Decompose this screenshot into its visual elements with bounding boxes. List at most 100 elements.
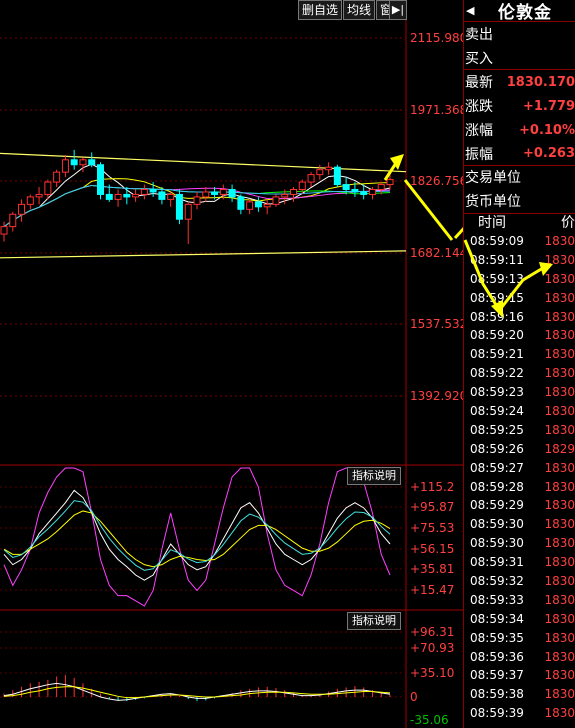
tick-price: 1830 [544, 498, 575, 513]
tick-row: 08:59:38 1830 [464, 685, 575, 704]
axis-tick-label: +56.15 [410, 542, 455, 556]
chart-area[interactable]: 删自选 均线 窗 ▶| 2115.980 1971.368 1826.756 1682… [0, 0, 467, 728]
tick-price: 1830 [544, 517, 575, 532]
indicator1-help-button[interactable]: 指标说明 [347, 467, 401, 485]
tick-time: 08:59:25 [470, 422, 524, 437]
amp-row: 振幅 +0.263 [464, 142, 575, 166]
chart-toolbar: 删自选 均线 窗 [297, 0, 397, 20]
candle-up [61, 159, 69, 173]
tick-price: 1830 [544, 422, 575, 437]
change-value: +1.779 [522, 98, 575, 114]
tick-price: 1830 [544, 706, 575, 721]
tick-list[interactable]: 08:59:09 1830 08:59:11 1830 08:59:13 1830 08:5… [464, 232, 575, 723]
tick-row: 08:59:13 1830 [464, 270, 575, 289]
candle-up [263, 203, 271, 208]
tick-price: 1830 [544, 328, 575, 343]
axis-tick-label: 1826.756 [410, 174, 468, 188]
tick-time: 08:59:39 [470, 706, 524, 721]
candle-up [140, 188, 148, 195]
axis-tick-label: +35.81 [410, 562, 455, 576]
candle-up [316, 169, 324, 176]
candle-up [246, 201, 254, 210]
tick-time: 08:59:15 [470, 290, 524, 305]
delete-watchlist-button[interactable]: 删自选 [298, 0, 343, 20]
expand-arrow-icon[interactable]: ◀ [466, 2, 480, 20]
tick-time: 08:59:30 [470, 517, 524, 532]
candle-down [360, 191, 368, 195]
annotation-arrow [453, 226, 463, 240]
indicator2-help-button[interactable]: 指标说明 [347, 612, 401, 630]
tick-time: 08:59:29 [470, 498, 524, 513]
axis-tick-label: -35.06 [410, 713, 449, 727]
tick-time: 08:59:35 [470, 630, 524, 645]
axis-tick-label: 2115.980 [410, 31, 468, 45]
tick-row: 08:59:35 1830 [464, 629, 575, 648]
candle-up [132, 193, 140, 198]
tick-price: 1830 [544, 234, 575, 248]
tick-row: 08:59:30 1830 [464, 515, 575, 534]
candle-down [149, 188, 157, 193]
annotation-arrow [403, 179, 454, 241]
tick-price: 1830 [544, 460, 575, 475]
tick-price: 1830 [544, 668, 575, 683]
tick-price: 1830 [544, 347, 575, 362]
candle-up [26, 196, 34, 205]
kdj-line-j [3, 467, 391, 607]
tick-time: 08:59:09 [470, 234, 524, 248]
candle-up [9, 213, 17, 228]
tick-time: 08:59:13 [470, 271, 524, 286]
tick-price: 1829 [544, 441, 575, 456]
sell-label: 卖出 [465, 27, 493, 43]
axis-tick-label: 1537.532 [410, 317, 468, 331]
collapse-panel-icon[interactable]: ▶| [389, 0, 407, 20]
tick-price: 1830 [544, 366, 575, 381]
tick-row: 08:59:25 1830 [464, 421, 575, 440]
candle-down [333, 166, 341, 186]
tick-price-header: 价 [561, 215, 575, 231]
buy-label: 买入 [465, 50, 493, 67]
candle-down [351, 188, 359, 193]
change-row: 涨跌 +1.779 [464, 94, 575, 118]
tick-time: 08:59:30 [470, 536, 524, 551]
moving-average-button[interactable]: 均线 [343, 0, 376, 20]
candle-up [386, 179, 394, 186]
buy-row: 买入 [464, 46, 575, 70]
tick-row: 08:59:30 1830 [464, 534, 575, 553]
axis-tick-label: +35.10 [410, 666, 455, 680]
candle-down [70, 159, 78, 166]
support-trendline [0, 250, 407, 259]
tick-row: 08:59:24 1830 [464, 402, 575, 421]
axis-tick-label: +95.87 [410, 500, 455, 514]
tick-price: 1830 [544, 611, 575, 626]
candle-up [18, 203, 26, 215]
resistance-trendline [0, 152, 407, 173]
tick-price: 1830 [544, 271, 575, 286]
latest-row: 最新 1830.170 [464, 70, 575, 94]
candle-up [202, 191, 210, 198]
axis-tick-label: 1682.144 [410, 246, 468, 260]
tick-price: 1830 [544, 385, 575, 400]
candle-up [44, 181, 52, 195]
tick-time: 08:59:27 [470, 460, 524, 475]
axis-tick-label: 1392.920 [410, 389, 468, 403]
candle-up [377, 184, 385, 190]
candle-down [342, 184, 350, 190]
candle-up [184, 203, 192, 220]
tick-price: 1830 [544, 479, 575, 494]
quote-title-bar: ◀ 伦敦金 [464, 0, 575, 23]
currency-unit: 货币单位 [464, 190, 575, 214]
candle-down [158, 191, 166, 200]
candle-up [325, 166, 333, 171]
candle-down [211, 191, 219, 195]
tick-row: 08:59:20 1830 [464, 326, 575, 345]
axis-tick-label: 0 [410, 690, 418, 704]
tick-time: 08:59:36 [470, 649, 524, 664]
tick-row: 08:59:37 1830 [464, 666, 575, 685]
tick-time: 08:59:11 [470, 252, 524, 267]
tick-row: 08:59:11 1830 [464, 251, 575, 270]
candle-down [88, 159, 96, 166]
tick-time: 08:59:22 [470, 366, 524, 381]
tick-time: 08:59:33 [470, 592, 524, 607]
tick-time: 08:59:23 [470, 385, 524, 400]
tick-time: 08:59:34 [470, 611, 524, 626]
